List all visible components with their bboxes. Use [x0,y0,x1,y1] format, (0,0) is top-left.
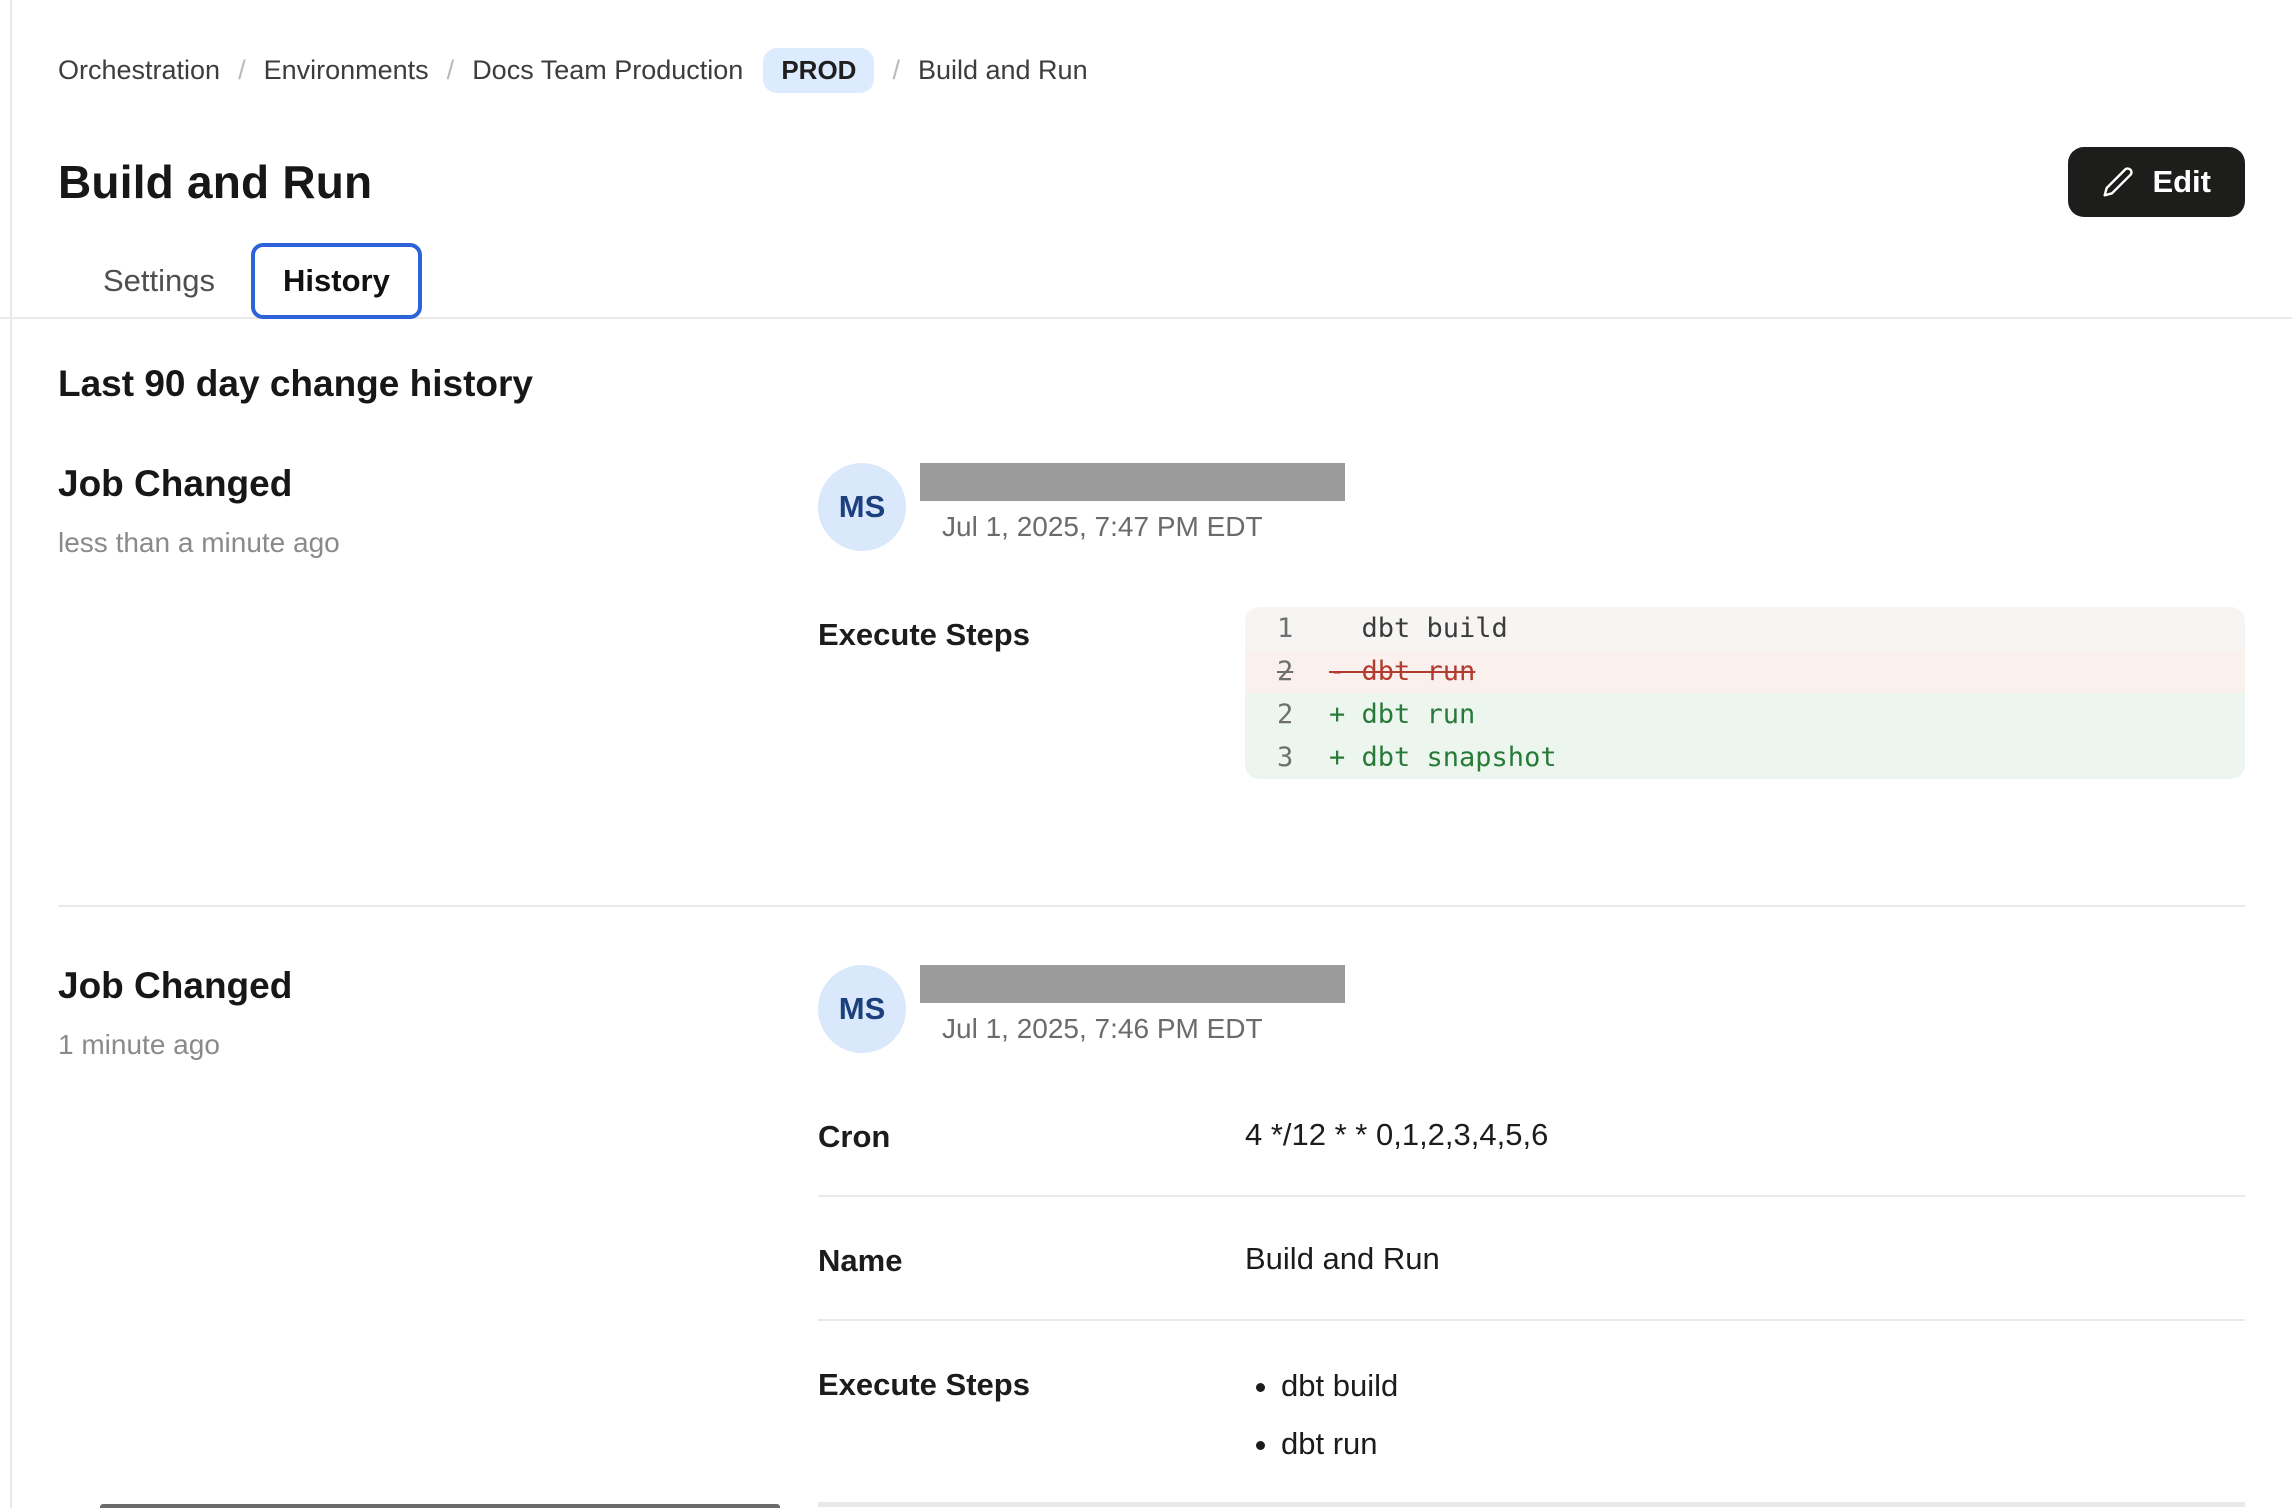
field-label: Name [818,1241,1245,1279]
entry-relative-time: 1 minute ago [58,1029,818,1061]
field-value: 1 dbt build2- dbt run2+ dbt run3+ dbt sn… [1245,615,2245,779]
field-label: Execute Steps [818,1365,1245,1465]
breadcrumb-separator: / [238,55,246,86]
change-history-entry: Job Changed 1 minute agoMS Jul 1, 2025, 7:… [58,905,2245,1508]
breadcrumb-separator: / [447,55,455,86]
field-value: Build and Run [1245,1241,2245,1279]
diff-line-content: - dbt run [1329,650,1475,693]
diff-line: 1 dbt build [1245,607,2245,650]
entry-timestamp: Jul 1, 2025, 7:47 PM EDT [942,511,1345,543]
entry-byline: MS Jul 1, 2025, 7:46 PM EDT [818,965,2245,1053]
breadcrumb-item-orchestration[interactable]: Orchestration [58,55,220,86]
entry-byline: MS Jul 1, 2025, 7:47 PM EDT [818,463,2245,551]
field-row: Execute Steps dbt build dbt run [818,1319,2245,1505]
env-prod-badge: PROD [763,48,874,93]
change-history-list: Job Changedless than a minute agoMSJul 1… [58,405,2245,1508]
page-header: Build and Run Edit [58,147,2245,217]
entry-fields: Cron4 */12 * * 0,1,2,3,4,5,6NameBuild an… [818,1117,2245,1508]
field-value: 4 */12 * * 0,1,2,3,4,5,6 [1245,1117,2245,1155]
tab-history[interactable]: History [251,243,422,319]
diff-line-number: 2 [1277,693,1329,736]
redacted-user-name [920,965,1345,1003]
entry-summary: Job Changed 1 minute ago [58,965,818,1508]
diff-line: 2- dbt run [1245,650,2245,693]
pencil-icon [2102,166,2134,198]
entry-timestamp: Jul 1, 2025, 7:46 PM EDT [942,1013,1345,1045]
change-history-heading: Last 90 day change history [58,363,2245,405]
edit-button[interactable]: Edit [2068,147,2245,217]
breadcrumb-separator: / [892,55,900,86]
diff-line-number: 3 [1277,736,1329,779]
field-value-list-item: dbt build [1281,1365,2245,1407]
entry-title: Job Changed [58,463,818,505]
diff-line-number: 2 [1277,650,1329,693]
page-title: Build and Run [58,155,372,209]
field-value: dbt build dbt run [1245,1365,2245,1465]
field-row: Cron4 */12 * * 0,1,2,3,4,5,6 [818,1117,2245,1195]
entry-summary: Job Changed less than a minute ago [58,463,818,819]
diff-line-number: 1 [1277,607,1329,650]
byline-meta: Jul 1, 2025, 7:46 PM EDT [920,965,1345,1045]
breadcrumb-item-environments[interactable]: Environments [264,55,429,86]
entry-details: MSJul 1, 2025, 7:47 PM EDTExecute Steps1… [818,463,2245,819]
page: Orchestration / Environments / Docs Team… [0,0,2292,1508]
field-value-list: dbt build dbt run [1281,1365,2245,1465]
diff-line-content: dbt build [1329,607,1508,650]
byline-meta: Jul 1, 2025, 7:47 PM EDT [920,463,1345,543]
redacted-user-name [920,463,1345,501]
diff-line: 2+ dbt run [1245,693,2245,736]
entry-fields: Execute Steps1 dbt build2- dbt run2+ dbt… [818,615,2245,819]
user-avatar: MS [818,463,906,551]
breadcrumb-item-environment-name[interactable]: Docs Team Production [472,55,743,86]
edit-button-label: Edit [2152,164,2211,200]
breadcrumb: Orchestration / Environments / Docs Team… [58,48,2245,93]
user-avatar: MS [818,965,906,1053]
entry-title: Job Changed [58,965,818,1007]
diff-line-content: + dbt run [1329,693,1475,736]
main-content: Orchestration / Environments / Docs Team… [0,0,2292,1508]
partial-row-divider [818,1502,2245,1506]
diff-line-content: + dbt snapshot [1329,736,1557,779]
execute-steps-diff-block: 1 dbt build2- dbt run2+ dbt run3+ dbt sn… [1245,607,2245,779]
tab-bar: Settings History [71,243,2245,319]
entry-details: MS Jul 1, 2025, 7:46 PM EDT Cron4 */12 * *… [818,965,2245,1508]
change-history-entry: Job Changed less than a minute agoMS Jul 1… [58,405,2245,905]
field-label: Execute Steps [818,615,1245,779]
breadcrumb-item-current-job: Build and Run [918,55,1088,86]
field-row: NameBuild and Run [818,1195,2245,1319]
tab-settings[interactable]: Settings [71,243,247,319]
field-value-list-item: dbt run [1281,1423,2245,1465]
field-row: Execute Steps1 dbt build2- dbt run2+ dbt… [818,615,2245,819]
field-label: Cron [818,1117,1245,1155]
diff-line: 3+ dbt snapshot [1245,736,2245,779]
partial-bottom-element [100,1504,780,1508]
entry-relative-time: less than a minute ago [58,527,818,559]
